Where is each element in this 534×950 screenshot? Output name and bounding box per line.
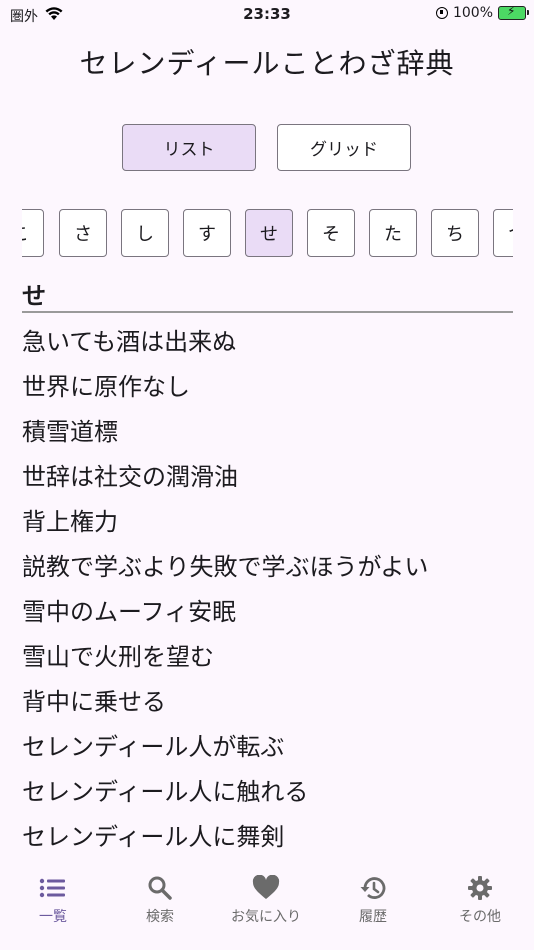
tab-bar: 一覧 検索 お気に入り 履歴 その他 — [0, 862, 534, 950]
tab-label: その他 — [459, 909, 501, 925]
proverb-list: 急いても酒は出来ぬ 世界に原作なし 積雪道標 世辞は社交の潤滑油 背上権力 説教で学ぶより… — [22, 322, 522, 862]
tab-heart[interactable]: お気に入り — [213, 872, 319, 926]
list-view-button[interactable]: リスト — [122, 124, 256, 171]
kana-button[interactable]: す — [183, 209, 231, 257]
orientation-lock-icon — [435, 7, 448, 19]
list-item[interactable]: セレンディール人に触れる — [22, 772, 522, 817]
tab-label: 履歴 — [359, 909, 387, 925]
tab-label: お気に入り — [231, 909, 301, 925]
list-item[interactable]: 急いても酒は出来ぬ — [22, 322, 522, 367]
kana-button[interactable]: つ — [493, 209, 513, 257]
tab-search[interactable]: 検索 — [107, 872, 213, 926]
list-item[interactable]: 積雪道標 — [22, 412, 522, 457]
battery-icon: ⚡ — [498, 4, 529, 20]
section-divider — [22, 311, 513, 313]
tab-label: 一覧 — [39, 909, 67, 925]
list-item[interactable]: 雪中のムーフィ安眠 — [22, 592, 522, 637]
history-icon — [320, 872, 426, 904]
status-bar: 圏外 23:33 100% ⚡ — [0, 0, 534, 30]
kana-button[interactable]: ち — [431, 209, 479, 257]
list-item[interactable]: 背中に乗せる — [22, 682, 522, 727]
kana-index-bar[interactable]: こさしすせそたちつ — [22, 209, 513, 259]
tab-label: 検索 — [146, 909, 174, 925]
list-icon — [0, 872, 106, 904]
section-header: せ — [22, 282, 46, 310]
tab-history[interactable]: 履歴 — [320, 872, 426, 926]
tab-gear[interactable]: その他 — [427, 872, 533, 926]
list-item[interactable]: セレンディール人が転ぶ — [22, 727, 522, 772]
kana-button[interactable]: せ — [245, 209, 293, 257]
list-item[interactable]: セレンディール人に舞剣 — [22, 817, 522, 862]
kana-button[interactable]: た — [369, 209, 417, 257]
kana-button[interactable]: し — [121, 209, 169, 257]
gear-icon — [427, 872, 533, 904]
list-item[interactable]: 雪山で火刑を望む — [22, 637, 522, 682]
tab-list[interactable]: 一覧 — [0, 872, 106, 926]
page-title: セレンディールことわざ辞典 — [79, 47, 455, 80]
kana-button[interactable]: そ — [307, 209, 355, 257]
list-item[interactable]: 説教で学ぶより失敗で学ぶほうがよい — [22, 547, 522, 592]
kana-button[interactable]: さ — [59, 209, 107, 257]
search-icon — [107, 872, 213, 904]
list-item[interactable]: 世辞は社交の潤滑油 — [22, 457, 522, 502]
list-item[interactable]: 世界に原作なし — [22, 367, 522, 412]
battery-percent: 100% — [452, 5, 493, 21]
grid-view-button[interactable]: グリッド — [277, 124, 411, 171]
kana-button[interactable]: こ — [22, 209, 44, 257]
heart-icon — [213, 872, 319, 904]
list-item[interactable]: 背上権力 — [22, 502, 522, 547]
